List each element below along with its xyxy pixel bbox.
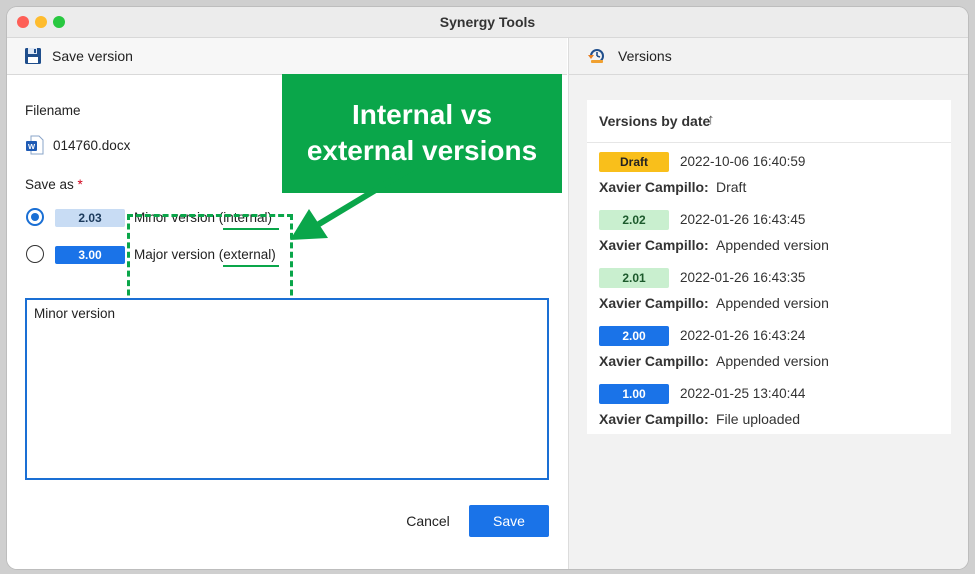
app-window: Synergy Tools Save version Filename W 01… bbox=[7, 7, 968, 569]
minor-version-badge: 2.03 bbox=[55, 209, 125, 227]
annotation-line-2: external versions bbox=[306, 135, 538, 166]
version-history-icon bbox=[588, 49, 604, 63]
version-note: Draft bbox=[716, 179, 747, 195]
version-date: 2022-01-26 16:43:35 bbox=[680, 270, 806, 285]
version-note: File uploaded bbox=[716, 411, 801, 427]
save-as-label: Save as * bbox=[25, 177, 83, 192]
version-user: Xavier Campillo: bbox=[599, 237, 709, 253]
version-date: 2022-10-06 16:40:59 bbox=[680, 154, 806, 169]
filename-value: 014760.docx bbox=[53, 138, 131, 153]
version-date: 2022-01-26 16:43:24 bbox=[680, 328, 806, 343]
floppy-disk-icon bbox=[25, 48, 41, 64]
annotation-line-1: Internal vs bbox=[351, 99, 493, 130]
versions-list-title: Versions by date bbox=[599, 113, 711, 129]
save-as-text: Save as bbox=[25, 177, 74, 192]
version-badge: 2.01 bbox=[599, 268, 669, 288]
version-badge: 1.00 bbox=[599, 384, 669, 404]
version-note: Appended version bbox=[716, 295, 829, 311]
versions-list-card: Versions by date ↑ Draft 2022-10-06 16:40… bbox=[587, 100, 951, 434]
version-comment-input[interactable]: Minor version bbox=[25, 298, 549, 480]
version-entry[interactable]: 2.01 2022-01-26 16:43:35 Xavier Campillo: A… bbox=[587, 268, 951, 322]
version-user: Xavier Campillo: bbox=[599, 353, 709, 369]
required-marker: * bbox=[77, 177, 83, 192]
version-badge: Draft bbox=[599, 152, 669, 172]
version-badge: 2.02 bbox=[599, 210, 669, 230]
version-entry[interactable]: 1.00 2022-01-25 13:40:44 Xavier Campillo: F… bbox=[587, 384, 951, 438]
version-entry[interactable]: 2.00 2022-01-26 16:43:24 Xavier Campillo: A… bbox=[587, 326, 951, 380]
sort-ascending-icon[interactable]: ↑ bbox=[707, 111, 715, 128]
version-user: Xavier Campillo: bbox=[599, 179, 709, 195]
version-entry[interactable]: 2.02 2022-01-26 16:43:45 Xavier Campillo: A… bbox=[587, 210, 951, 264]
filename-label: Filename bbox=[25, 103, 81, 118]
major-version-badge: 3.00 bbox=[55, 246, 125, 264]
versions-pane: Versions Versions by date ↑ Draft 2022-10… bbox=[568, 38, 968, 569]
versions-header: Versions bbox=[569, 38, 968, 75]
version-entry[interactable]: Draft 2022-10-06 16:40:59 Xavier Campillo:… bbox=[587, 152, 951, 206]
annotation-highlight-box bbox=[127, 214, 293, 305]
svg-text:W: W bbox=[28, 142, 36, 151]
pane-title: Save version bbox=[52, 48, 133, 64]
version-user: Xavier Campillo: bbox=[599, 295, 709, 311]
version-note: Appended version bbox=[716, 353, 829, 369]
major-version-radio[interactable] bbox=[26, 245, 44, 263]
version-date: 2022-01-26 16:43:45 bbox=[680, 212, 806, 227]
title-bar: Synergy Tools bbox=[7, 7, 968, 38]
version-date: 2022-01-25 13:40:44 bbox=[680, 386, 806, 401]
pane-title: Versions bbox=[618, 48, 672, 64]
cancel-button[interactable]: Cancel bbox=[392, 505, 464, 537]
window-title: Synergy Tools bbox=[439, 14, 536, 30]
word-document-icon: W bbox=[26, 135, 44, 155]
save-version-pane: Save version Filename W 014760.docx Save… bbox=[7, 38, 567, 569]
version-comment-text: Minor version bbox=[34, 306, 116, 321]
version-badge: 2.00 bbox=[599, 326, 669, 346]
minor-version-radio[interactable] bbox=[26, 208, 44, 226]
save-button[interactable]: Save bbox=[469, 505, 549, 537]
versions-list-header[interactable]: Versions by date ↑ bbox=[587, 100, 951, 143]
version-note: Appended version bbox=[716, 237, 829, 253]
save-version-header: Save version bbox=[7, 38, 567, 75]
annotation-callout: Internal vs external versions bbox=[282, 74, 562, 193]
version-user: Xavier Campillo: bbox=[599, 411, 709, 427]
